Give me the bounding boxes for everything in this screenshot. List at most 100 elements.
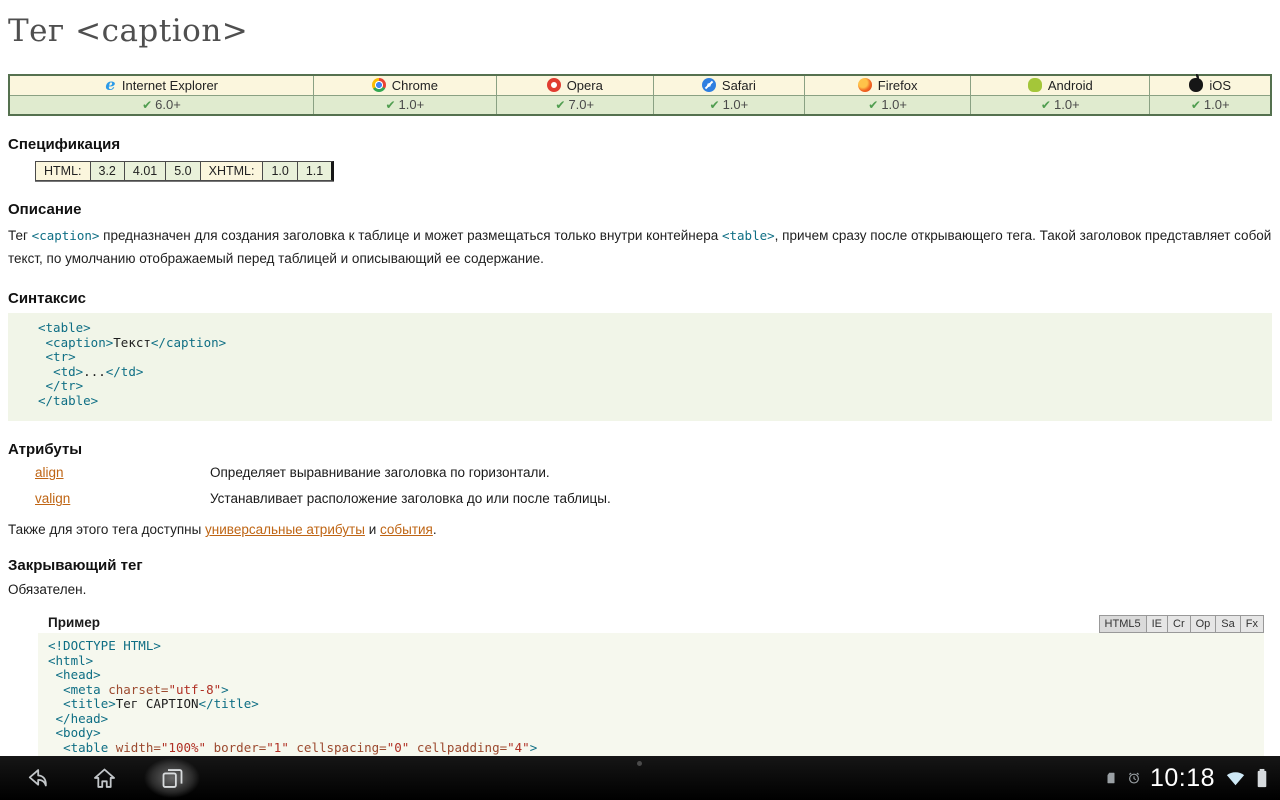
- chrome-icon: [372, 78, 386, 92]
- specification-heading: Спецификация: [8, 136, 1272, 153]
- apple-icon: [1189, 78, 1203, 92]
- text-segment: Тег CAPTION: [116, 696, 199, 711]
- attribute-description: Устанавливает расположение заголовка до …: [210, 491, 611, 506]
- text-segment: [48, 711, 56, 726]
- attributes-heading: Атрибуты: [8, 441, 1272, 458]
- text-segment: .: [433, 522, 437, 537]
- text-segment: [38, 349, 46, 364]
- text-segment: <caption>: [46, 335, 114, 350]
- browser-version: 6.0+: [155, 97, 181, 112]
- back-button[interactable]: [8, 758, 64, 798]
- status-clock: 10:18: [1150, 764, 1215, 793]
- inline-link[interactable]: события: [380, 522, 433, 537]
- tab-opera[interactable]: Op: [1191, 615, 1217, 633]
- text-segment: [48, 682, 63, 697]
- text-segment: ...: [83, 364, 106, 379]
- text-segment: cellpadding=: [417, 740, 507, 755]
- tablet-screen: Тег <caption> eInternet Explorer Chrome …: [0, 0, 1280, 800]
- code-line: <html>: [48, 654, 1254, 669]
- text-segment: "0": [387, 740, 410, 755]
- nav-buttons: [8, 758, 200, 798]
- browser-version: 1.0+: [723, 97, 749, 112]
- text-segment: >: [221, 682, 229, 697]
- spec-cell: 1.0: [263, 162, 297, 180]
- code-line: <meta charset="utf-8">: [48, 683, 1254, 698]
- inline-code: <table>: [722, 228, 775, 243]
- description-paragraph: Тег <caption> предназначен для создания …: [8, 224, 1272, 270]
- browser-name: iOS: [1209, 78, 1231, 93]
- check-icon: ✔: [385, 98, 395, 112]
- status-cluster[interactable]: 10:18: [1104, 764, 1268, 793]
- spec-cell: 1.1: [298, 162, 331, 180]
- android-navigation-bar: 10:18: [0, 756, 1280, 800]
- syntax-code-block: <table> <caption>Текст</caption> <tr> <t…: [8, 313, 1272, 421]
- text-segment: <table: [63, 740, 116, 755]
- internet-explorer-icon: e: [105, 78, 116, 92]
- align-attribute-link[interactable]: align: [35, 465, 64, 480]
- browser-support-table: eInternet Explorer Chrome Opera Safari F…: [8, 74, 1272, 116]
- browser-version-row: ✔6.0+ ✔1.0+ ✔7.0+ ✔1.0+ ✔1.0+ ✔1.0+ ✔1.0…: [9, 95, 1271, 115]
- safari-icon: [702, 78, 716, 92]
- check-icon: ✔: [555, 98, 565, 112]
- text-segment: </table>: [38, 393, 98, 408]
- closing-tag-heading: Закрывающий тег: [8, 557, 1272, 574]
- text-segment: [409, 740, 417, 755]
- text-segment: Текст: [113, 335, 151, 350]
- home-button[interactable]: [76, 758, 132, 798]
- example-tabs: HTML5 IE Cr Op Sa Fx: [1099, 615, 1264, 633]
- code-line: </table>: [38, 394, 1262, 409]
- text-segment: Также для этого тега доступны: [8, 522, 205, 537]
- text-segment: </title>: [199, 696, 259, 711]
- browser-version: 7.0+: [568, 97, 594, 112]
- browser-header-row: eInternet Explorer Chrome Opera Safari F…: [9, 75, 1271, 95]
- text-segment: [48, 667, 56, 682]
- back-icon: [23, 765, 50, 792]
- text-segment: "100%": [161, 740, 206, 755]
- code-line: <tr>: [38, 350, 1262, 365]
- center-dot: [637, 761, 642, 766]
- syntax-heading: Синтаксис: [8, 290, 1272, 307]
- text-segment: </td>: [106, 364, 144, 379]
- code-line: <body>: [48, 726, 1254, 741]
- spec-cell: 3.2: [91, 162, 125, 180]
- tab-safari[interactable]: Sa: [1216, 615, 1240, 633]
- inline-code: <caption>: [32, 228, 100, 243]
- home-icon: [91, 765, 118, 792]
- page-scroll-area[interactable]: Тег <caption> eInternet Explorer Chrome …: [0, 13, 1280, 800]
- check-icon: ✔: [1041, 98, 1051, 112]
- code-line: <head>: [48, 668, 1254, 683]
- check-icon: ✔: [142, 98, 152, 112]
- browser-name: Firefox: [878, 78, 918, 93]
- text-segment: <tr>: [46, 349, 76, 364]
- browser-version: 1.0+: [1204, 97, 1230, 112]
- attributes-note: Также для этого тега доступны универсаль…: [8, 522, 1272, 537]
- inline-link[interactable]: универсальные атрибуты: [205, 522, 365, 537]
- spec-cell: HTML:: [36, 162, 91, 180]
- browser-name: Safari: [722, 78, 756, 93]
- code-line: <title>Тег CAPTION</title>: [48, 697, 1254, 712]
- tab-ie[interactable]: IE: [1147, 615, 1168, 633]
- spec-cell: XHTML:: [201, 162, 264, 180]
- check-icon: ✔: [868, 98, 878, 112]
- recent-apps-button[interactable]: [144, 758, 200, 798]
- firefox-icon: [858, 78, 872, 92]
- text-segment: предназначен для создания заголовка к та…: [99, 228, 722, 243]
- tab-html5[interactable]: HTML5: [1099, 615, 1147, 633]
- spec-cell: 5.0: [166, 162, 200, 180]
- specification-table: HTML: 3.2 4.01 5.0 XHTML: 1.0 1.1: [35, 161, 334, 181]
- text-segment: [48, 740, 63, 755]
- code-line: </head>: [48, 712, 1254, 727]
- text-segment: "4": [507, 740, 530, 755]
- tab-chrome[interactable]: Cr: [1168, 615, 1191, 633]
- text-segment: "utf-8": [168, 682, 221, 697]
- valign-attribute-link[interactable]: valign: [35, 491, 70, 506]
- text-segment: <td>: [53, 364, 83, 379]
- tab-firefox[interactable]: Fx: [1241, 615, 1264, 633]
- code-line: </tr>: [38, 379, 1262, 394]
- example-header: Пример HTML5 IE Cr Op Sa Fx: [38, 615, 1264, 633]
- text-segment: [38, 335, 46, 350]
- wifi-icon: [1224, 767, 1247, 790]
- recent-apps-icon: [159, 765, 186, 792]
- battery-icon: [1256, 768, 1268, 789]
- sd-card-icon: [1104, 771, 1118, 785]
